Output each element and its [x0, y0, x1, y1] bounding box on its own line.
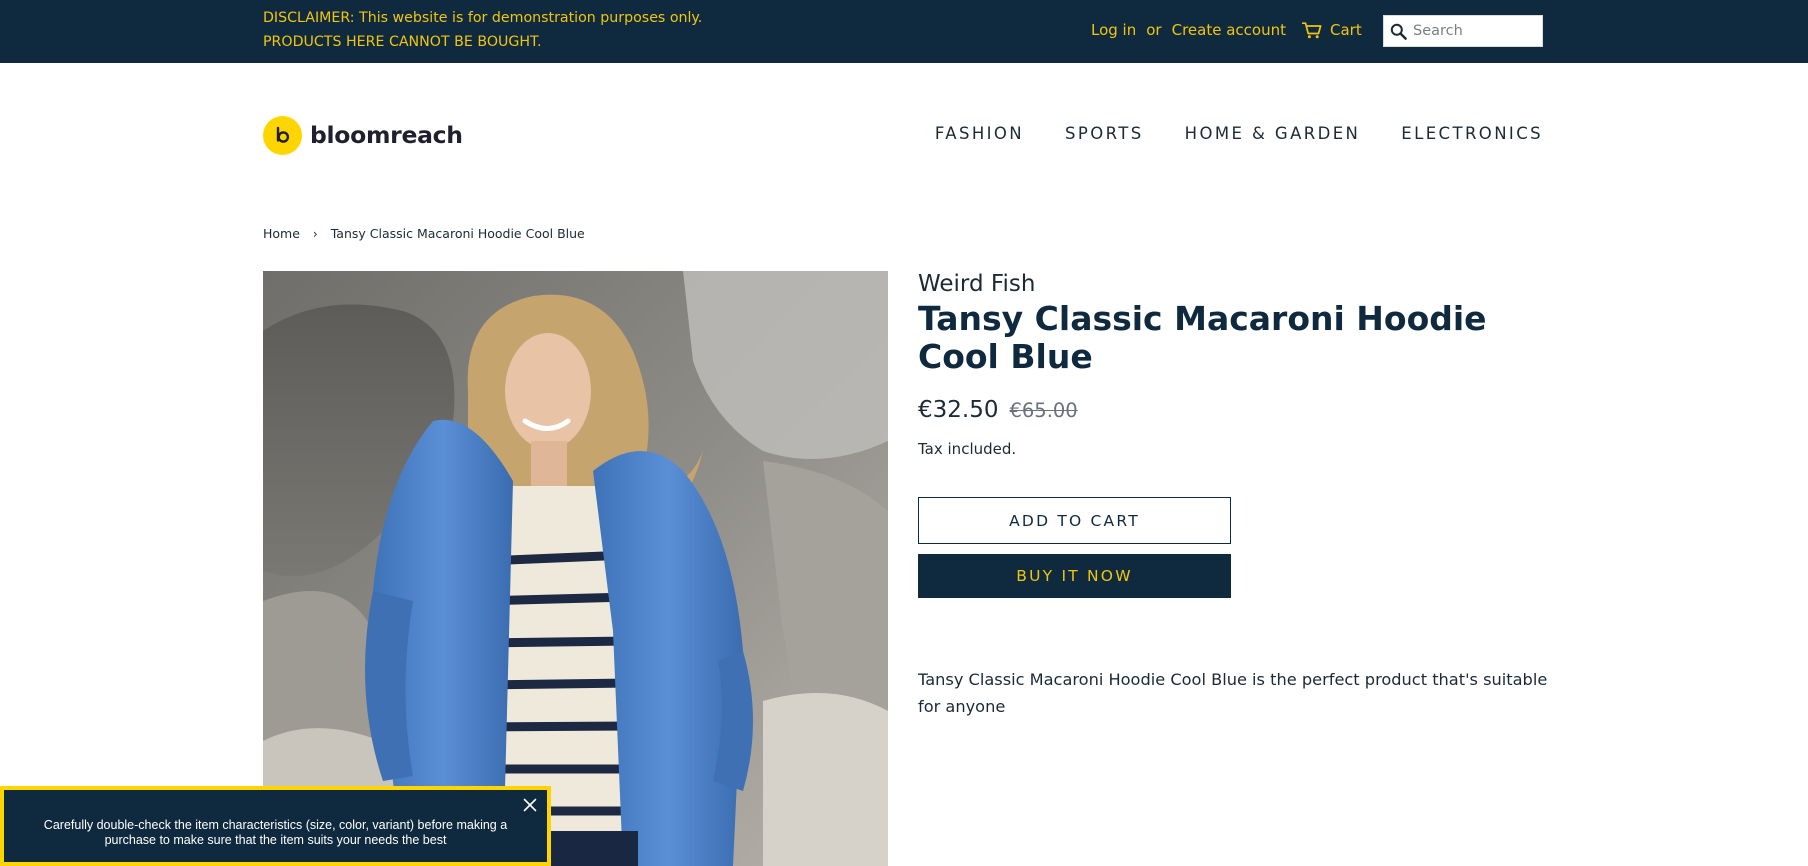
product-image[interactable] [263, 271, 888, 866]
logo-text: bloomreach [310, 121, 463, 149]
nav-item-electronics[interactable]: ELECTRONICS [1401, 124, 1543, 143]
nav-item-sports[interactable]: SPORTS [1065, 124, 1144, 143]
main-navigation: FASHION SPORTS HOME & GARDEN ELECTRONICS [935, 124, 1543, 143]
breadcrumb-home-link[interactable]: Home [263, 226, 300, 241]
breadcrumb-current: Tansy Classic Macaroni Hoodie Cool Blue [330, 226, 585, 241]
sale-price: €32.50 [918, 397, 999, 423]
account-links: Log in or Create account [1091, 20, 1286, 40]
disclaimer-text: DISCLAIMER: This website is for demonstr… [263, 10, 703, 50]
close-icon[interactable] [522, 797, 538, 813]
price-row: €32.50 €65.00 [918, 397, 1078, 423]
toast-message: Carefully double-check the item characte… [43, 818, 508, 847]
add-to-cart-button[interactable]: ADD TO CART [918, 497, 1231, 544]
cart-label: Cart [1330, 21, 1362, 39]
search-field [1383, 15, 1543, 47]
site-logo[interactable]: bloomreach [263, 115, 463, 155]
cart-link[interactable]: Cart [1302, 19, 1362, 41]
nav-item-home-garden[interactable]: HOME & GARDEN [1185, 124, 1361, 143]
product-photo-woman-in-blue-hoodie [263, 271, 888, 866]
announcement-bar: DISCLAIMER: This website is for demonstr… [0, 0, 1808, 63]
product-description: Tansy Classic Macaroni Hoodie Cool Blue … [918, 670, 1548, 716]
bloomreach-logo-icon [263, 115, 302, 155]
create-account-link[interactable]: Create account [1172, 21, 1286, 39]
search-input[interactable] [1413, 23, 1535, 39]
notification-toast: Carefully double-check the item characte… [0, 786, 551, 866]
or-separator: or [1146, 21, 1162, 39]
product-title: Tansy Classic Macaroni Hoodie Cool Blue [918, 299, 1487, 376]
breadcrumb: Home › Tansy Classic Macaroni Hoodie Coo… [263, 226, 585, 241]
tax-note: Tax included. [918, 440, 1017, 458]
buy-it-now-button[interactable]: BUY IT NOW [918, 554, 1231, 598]
product-vendor: Weird Fish [918, 271, 1036, 297]
nav-item-fashion[interactable]: FASHION [935, 124, 1024, 143]
login-link[interactable]: Log in [1091, 21, 1136, 39]
cart-icon [1302, 21, 1322, 38]
breadcrumb-separator: › [312, 226, 318, 241]
search-icon[interactable] [1390, 23, 1407, 40]
compare-at-price: €65.00 [1009, 399, 1078, 422]
